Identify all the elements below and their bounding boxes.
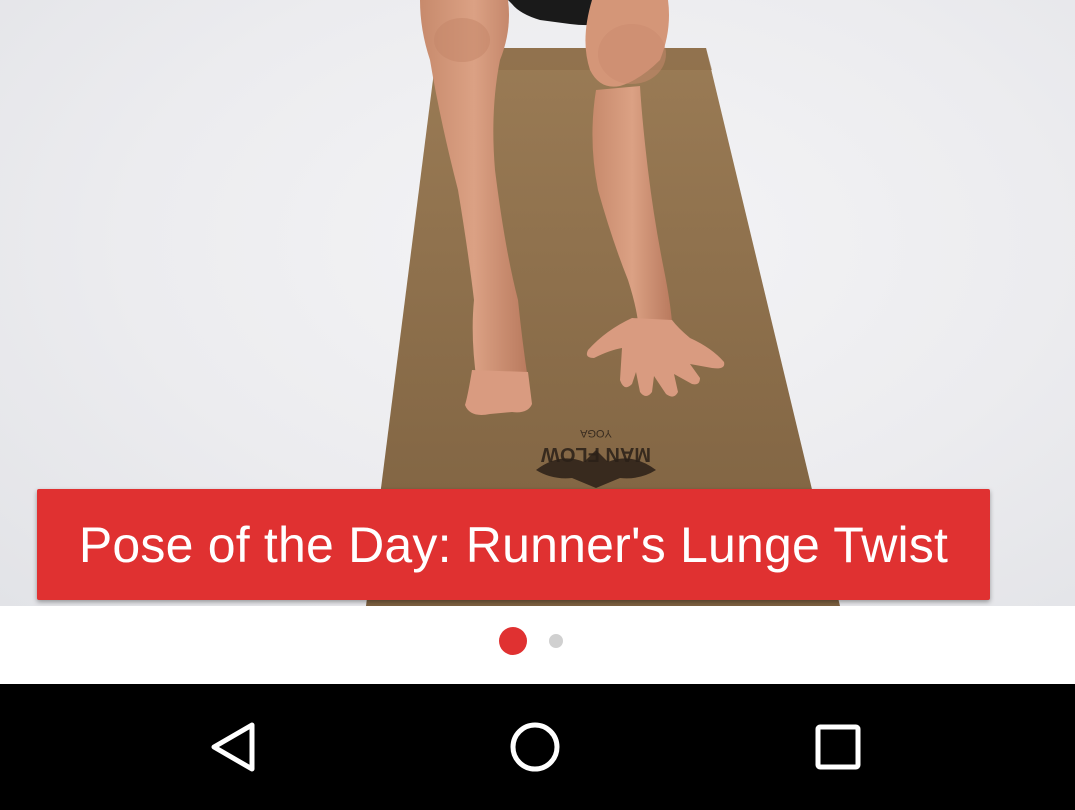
back-triangle-icon <box>211 722 255 772</box>
recents-square-icon <box>815 724 861 770</box>
back-foot <box>465 370 532 415</box>
pose-of-the-day-title: Pose of the Day: Runner's Lunge Twist <box>78 516 949 573</box>
back-button[interactable] <box>203 717 263 777</box>
recents-button[interactable] <box>808 717 868 777</box>
pose-of-the-day-banner[interactable]: Pose of the Day: Runner's Lunge Twist <box>37 489 990 600</box>
home-button[interactable] <box>505 717 565 777</box>
page-dot-inactive[interactable] <box>549 634 563 648</box>
screen: MAN FLOW YOGA Pose of the Day: Runner's … <box>0 0 1075 810</box>
home-circle-icon <box>510 722 560 772</box>
page-indicator <box>0 606 1075 684</box>
mat-logo-subtext: YOGA <box>579 427 611 439</box>
system-navigation-bar <box>0 684 1075 810</box>
page-dot-active[interactable] <box>499 627 527 655</box>
